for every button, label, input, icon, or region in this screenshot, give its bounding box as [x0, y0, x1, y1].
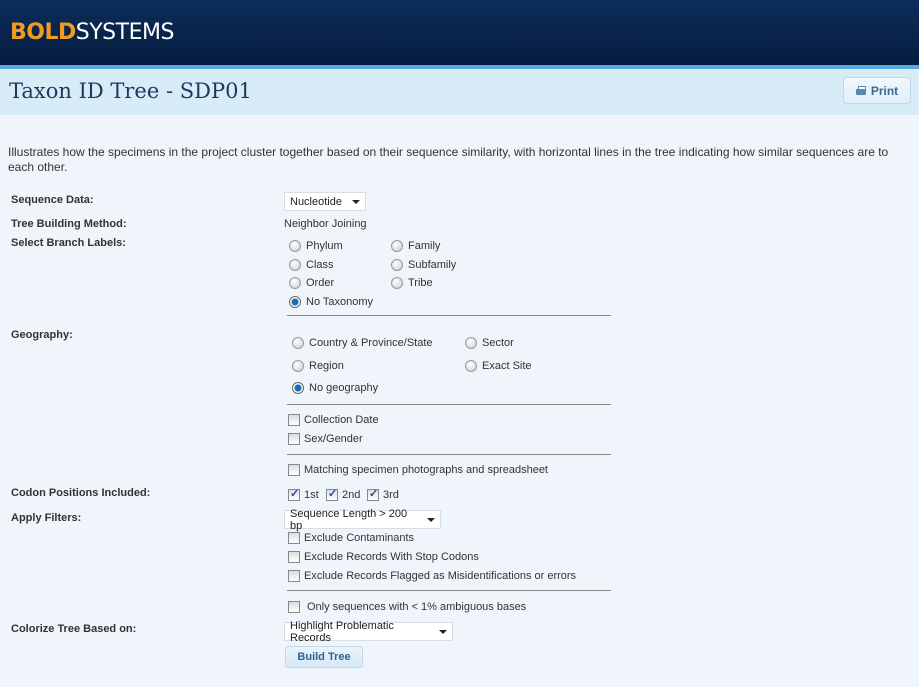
print-button[interactable]: Print — [843, 77, 911, 104]
checkbox-icon — [288, 433, 300, 445]
radio-label: Subfamily — [408, 259, 457, 271]
checkbox-codon-1st[interactable]: 1st — [288, 487, 319, 501]
checkbox-collection-date[interactable]: Collection Date — [288, 414, 379, 426]
checkbox-label: 1st — [304, 489, 319, 501]
checkbox-label: Matching specimen photographs and spread… — [304, 464, 548, 476]
radio-sector[interactable]: Sector — [465, 337, 514, 349]
checkbox-exclude-flagged[interactable]: Exclude Records Flagged as Misidentifica… — [288, 570, 576, 582]
radio-label: Phylum — [306, 240, 343, 252]
tree-method-label: Tree Building Method: — [11, 218, 127, 230]
logo-bold: BOLD — [10, 20, 76, 45]
radio-class[interactable]: Class — [289, 259, 334, 271]
checkbox-checked-icon — [288, 487, 300, 501]
radio-icon — [391, 240, 403, 252]
checkbox-label: Exclude Contaminants — [304, 532, 415, 544]
checkbox-label: Sex/Gender — [304, 433, 363, 445]
radio-icon — [465, 337, 477, 349]
radio-order[interactable]: Order — [289, 277, 334, 289]
checkbox-label: Collection Date — [304, 414, 379, 426]
branch-labels-label: Select Branch Labels: — [11, 237, 126, 249]
filters-value: Sequence Length > 200 bp — [290, 507, 408, 532]
radio-selected-icon — [289, 296, 301, 308]
sequence-data-label: Sequence Data: — [11, 194, 94, 206]
radio-label: Class — [306, 259, 334, 271]
radio-label: No geography — [309, 382, 379, 394]
radio-label: Exact Site — [482, 360, 532, 372]
checkbox-icon — [288, 532, 300, 544]
radio-icon — [289, 277, 301, 289]
radio-region[interactable]: Region — [292, 360, 344, 372]
radio-label: Tribe — [408, 277, 433, 289]
radio-phylum[interactable]: Phylum — [289, 240, 343, 252]
radio-family[interactable]: Family — [391, 240, 440, 252]
radio-icon — [391, 277, 403, 289]
chevron-down-icon — [439, 629, 447, 634]
radio-icon — [292, 337, 304, 349]
radio-exact-site[interactable]: Exact Site — [465, 360, 532, 372]
checkbox-codon-3rd[interactable]: 3rd — [367, 487, 399, 501]
radio-label: Region — [309, 360, 344, 372]
checkbox-icon — [288, 551, 300, 563]
filters-select[interactable]: Sequence Length > 200 bp — [284, 507, 441, 532]
bold-systems-logo[interactable]: BOLDSYSTEMS — [10, 20, 174, 45]
sequence-data-value: Nucleotide — [290, 195, 342, 208]
checkbox-label: Exclude Records With Stop Codons — [304, 551, 479, 563]
radio-tribe[interactable]: Tribe — [391, 277, 433, 289]
chevron-down-icon — [352, 199, 360, 204]
checkbox-icon — [288, 601, 300, 613]
divider — [287, 454, 611, 455]
logo-systems: SYSTEMS — [75, 20, 175, 45]
top-bar: BOLDSYSTEMS — [0, 0, 919, 65]
build-tree-button[interactable]: Build Tree — [285, 646, 363, 668]
chevron-down-icon — [427, 517, 435, 522]
colorize-value: Highlight Problematic Records — [290, 619, 394, 644]
checkbox-icon — [288, 464, 300, 476]
checkbox-label: Exclude Records Flagged as Misidentifica… — [304, 570, 577, 582]
radio-icon — [289, 240, 301, 252]
checkbox-matching-photos[interactable]: Matching specimen photographs and spread… — [288, 464, 548, 476]
radio-icon — [289, 259, 301, 271]
page-title: Taxon ID Tree - SDP01 — [9, 79, 252, 103]
divider — [287, 590, 611, 591]
checkbox-sex-gender[interactable]: Sex/Gender — [288, 433, 363, 445]
radio-icon — [292, 360, 304, 372]
colorize-label: Colorize Tree Based on: — [11, 623, 137, 635]
radio-label: Family — [408, 240, 441, 252]
radio-label: No Taxonomy — [306, 296, 374, 308]
checkbox-icon — [288, 414, 300, 426]
checkbox-checked-icon — [326, 487, 338, 501]
radio-label: Sector — [482, 337, 514, 349]
checkbox-exclude-stop-codons[interactable]: Exclude Records With Stop Codons — [288, 551, 479, 563]
checkbox-exclude-contaminants[interactable]: Exclude Contaminants — [288, 532, 414, 544]
radio-label: Country & Province/State — [309, 337, 433, 349]
colorize-select[interactable]: Highlight Problematic Records — [284, 619, 453, 644]
radio-no-taxonomy[interactable]: No Taxonomy — [289, 296, 373, 308]
codon-positions-label: Codon Positions Included: — [11, 487, 151, 499]
checkbox-label: 2nd — [342, 489, 361, 501]
checkbox-icon — [288, 570, 300, 582]
checkbox-codon-2nd[interactable]: 2nd — [326, 487, 361, 501]
radio-country-province[interactable]: Country & Province/State — [292, 337, 433, 349]
radio-selected-icon — [292, 382, 304, 394]
radio-subfamily[interactable]: Subfamily — [391, 259, 456, 271]
checkbox-checked-icon — [367, 487, 379, 501]
checkbox-label: 3rd — [383, 489, 399, 501]
print-label: Print — [870, 83, 899, 98]
title-bar: Taxon ID Tree - SDP01 Print — [0, 69, 919, 115]
radio-icon — [465, 360, 477, 372]
sequence-data-select[interactable]: Nucleotide — [284, 192, 366, 211]
divider — [287, 404, 611, 405]
checkbox-ambiguous-bases[interactable]: Only sequences with < 1% ambiguous bases — [288, 601, 526, 613]
radio-label: Order — [306, 277, 335, 289]
page-description: Illustrates how the specimens in the pro… — [8, 145, 889, 174]
radio-no-geography[interactable]: No geography — [292, 382, 378, 394]
radio-icon — [391, 259, 403, 271]
divider — [287, 315, 611, 316]
apply-filters-label: Apply Filters: — [11, 512, 82, 524]
geography-label: Geography: — [11, 329, 73, 341]
checkbox-label: Only sequences with < 1% ambiguous bases — [307, 601, 527, 613]
printer-icon — [855, 86, 866, 95]
tree-method-value: Neighbor Joining — [284, 218, 367, 230]
